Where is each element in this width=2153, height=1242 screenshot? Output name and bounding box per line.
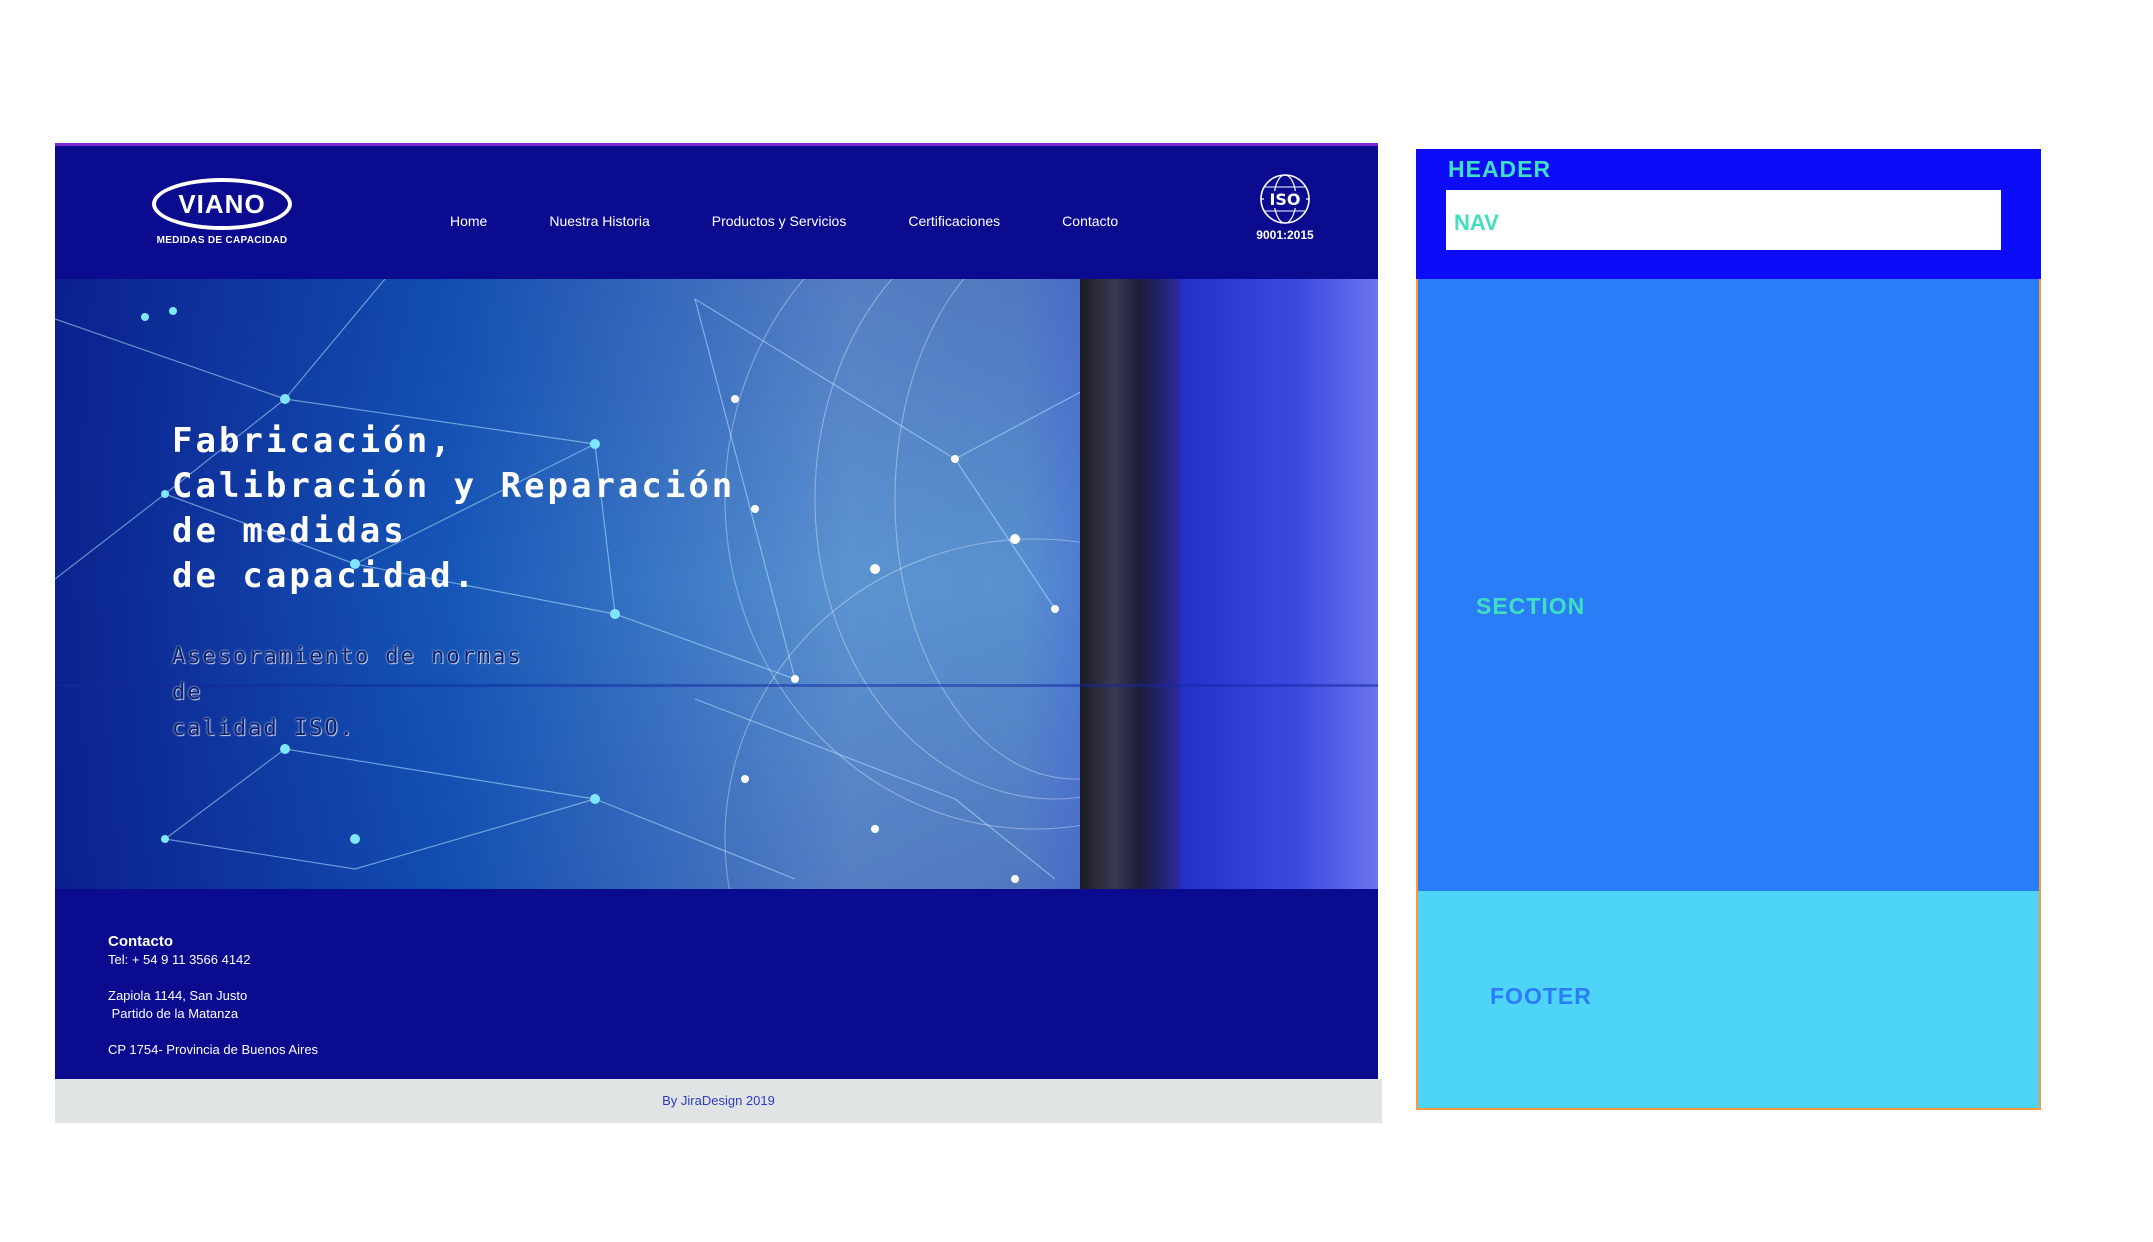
equipment-photo-label: [1180, 279, 1378, 889]
wireframe-body: SECTION FOOTER: [1416, 279, 2041, 1110]
nav-contacto[interactable]: Contacto: [1062, 213, 1118, 229]
hero-banner: Fabricación, Calibración y Reparación de…: [55, 279, 1378, 889]
footer-address-line: CP 1754- Provincia de Buenos Aires: [108, 1042, 319, 1057]
iso-standard: 9001:2015: [1256, 228, 1314, 242]
hero-subtitle: Asesoramiento de normas de calidad ISO.: [172, 639, 532, 747]
iso-label: ISO: [1269, 190, 1300, 209]
hero-title-line: Fabricación,: [172, 421, 454, 461]
footer-contact: Contacto Tel: + 54 9 11 3566 4142 Zapiol…: [108, 933, 318, 1059]
footer-address-line: Partido de la Matanza: [108, 1006, 239, 1021]
nav-home[interactable]: Home: [450, 213, 487, 229]
wireframe-header: HEADER NAV: [1416, 149, 2041, 279]
wireframe-header-label: HEADER: [1448, 156, 1552, 182]
wireframe-footer-label: FOOTER: [1490, 983, 1592, 1009]
hero-subtitle-line: calidad ISO.: [172, 716, 355, 741]
equipment-photo-dark: [1080, 279, 1180, 889]
logo-tagline: MEDIDAS DE CAPACIDAD: [156, 235, 288, 246]
wireframe-section: SECTION: [1418, 279, 2039, 891]
website-mockup: VIANO MEDIDAS DE CAPACIDAD Home Nuestra …: [55, 143, 1382, 1123]
footer-phone[interactable]: Tel: + 54 9 11 3566 4142: [108, 951, 318, 969]
wireframe-nav-label: NAV: [1454, 210, 1499, 235]
nav-productos-servicios[interactable]: Productos y Servicios: [712, 213, 847, 229]
layout-wireframe: HEADER NAV SECTION FOOTER: [1416, 149, 2041, 1110]
main-nav: Home Nuestra Historia Productos y Servic…: [450, 213, 1180, 229]
footer-contact-title: Contacto: [108, 933, 173, 950]
nav-nuestra-historia[interactable]: Nuestra Historia: [549, 213, 649, 229]
hero-subtitle-line: Asesoramiento de normas de: [172, 644, 523, 705]
hero-title-line: de medidas: [172, 511, 407, 551]
credit-text[interactable]: By JiraDesign 2019: [662, 1093, 775, 1108]
credit-bar: By JiraDesign 2019: [55, 1079, 1382, 1123]
footer-address-line: Zapiola 1144, San Justo: [108, 988, 248, 1003]
hero-title-line: Calibración y Reparación: [172, 466, 736, 506]
logo-wordmark: VIANO: [152, 178, 292, 230]
hero-title: Fabricación, Calibración y Reparación de…: [172, 419, 735, 599]
site-header: VIANO MEDIDAS DE CAPACIDAD Home Nuestra …: [55, 143, 1378, 279]
wireframe-footer: FOOTER: [1418, 891, 2039, 1108]
wireframe-section-label: SECTION: [1476, 593, 1586, 619]
site-footer: Contacto Tel: + 54 9 11 3566 4142 Zapiol…: [55, 889, 1378, 1079]
wireframe-nav: NAV: [1446, 190, 2001, 250]
viano-logo[interactable]: VIANO MEDIDAS DE CAPACIDAD: [152, 178, 297, 246]
iso-globe-icon: ISO: [1260, 174, 1310, 224]
iso-badge: ISO 9001:2015: [1250, 172, 1320, 242]
nav-certificaciones[interactable]: Certificaciones: [908, 213, 1000, 229]
hero-title-line: de capacidad.: [172, 556, 478, 596]
